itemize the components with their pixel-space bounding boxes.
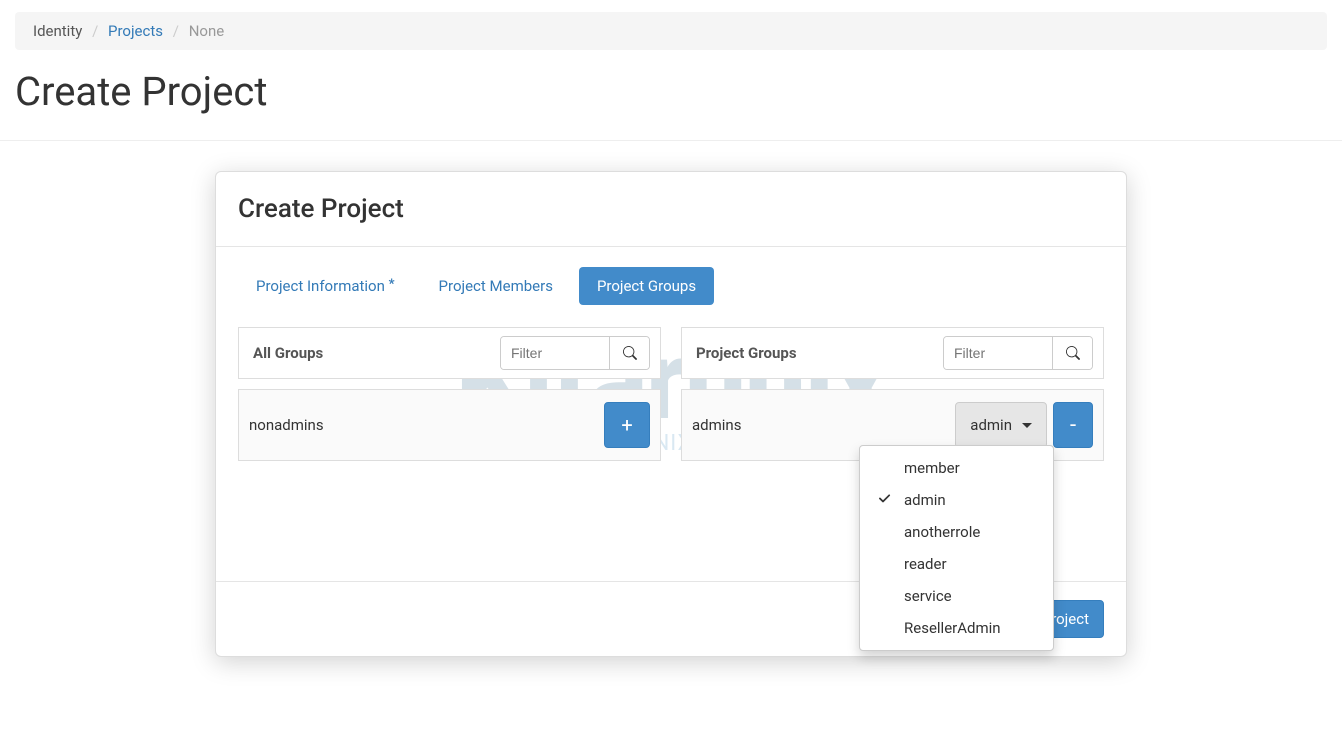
- project-groups-filter-input[interactable]: [944, 337, 1052, 369]
- all-groups-search-button[interactable]: [609, 337, 649, 369]
- role-option-admin[interactable]: admin: [860, 484, 1053, 516]
- required-asterisk-icon: *: [389, 277, 395, 292]
- tab-label: Project Information: [256, 277, 385, 295]
- search-icon: [1066, 346, 1080, 360]
- role-dropdown-label: admin: [970, 416, 1012, 434]
- tab-project-information[interactable]: Project Information *: [238, 267, 413, 305]
- role-dropdown-menu: member admin anotherrole reader service …: [859, 445, 1054, 651]
- all-groups-panel: All Groups nonadmins +: [238, 327, 661, 461]
- role-option-reselleradmin[interactable]: ResellerAdmin: [860, 612, 1053, 644]
- all-groups-list: nonadmins +: [238, 389, 661, 461]
- all-groups-filter-input[interactable]: [501, 337, 609, 369]
- page-title: Create Project: [0, 50, 1342, 141]
- group-name: admins: [692, 416, 741, 434]
- role-option-reader[interactable]: reader: [860, 548, 1053, 580]
- role-option-label: admin: [904, 491, 946, 509]
- breadcrumb-projects-link[interactable]: Projects: [108, 22, 163, 40]
- caret-down-icon: [1022, 423, 1032, 428]
- role-option-service[interactable]: service: [860, 580, 1053, 612]
- breadcrumb-sep: /: [92, 22, 98, 40]
- modal-header: Create Project: [216, 172, 1126, 247]
- tabs: Project Information * Project Members Pr…: [238, 267, 1104, 305]
- modal-title: Create Project: [238, 194, 1104, 224]
- remove-group-button[interactable]: -: [1053, 402, 1093, 448]
- role-option-member[interactable]: member: [860, 452, 1053, 484]
- project-groups-panel: Project Groups admins admin: [681, 327, 1104, 461]
- project-groups-search-button[interactable]: [1052, 337, 1092, 369]
- list-item: nonadmins +: [239, 390, 660, 460]
- search-icon: [623, 346, 637, 360]
- add-group-button[interactable]: +: [604, 402, 650, 448]
- all-groups-heading: All Groups: [249, 344, 323, 362]
- groups-panels: All Groups nonadmins +: [238, 327, 1104, 461]
- project-groups-heading: Project Groups: [692, 344, 797, 362]
- role-dropdown-toggle[interactable]: admin: [955, 402, 1047, 448]
- all-groups-header: All Groups: [238, 327, 661, 379]
- create-project-modal: Create Project Kifarunix *NIX TIPS & TUT…: [215, 171, 1127, 657]
- all-groups-filter: [500, 336, 650, 370]
- check-icon: [878, 493, 892, 507]
- breadcrumb-root: Identity: [33, 22, 82, 40]
- modal-body: Kifarunix *NIX TIPS & TUTORIALS Project …: [216, 247, 1126, 581]
- tab-project-members[interactable]: Project Members: [421, 267, 571, 305]
- project-groups-header: Project Groups: [681, 327, 1104, 379]
- group-name: nonadmins: [249, 416, 324, 434]
- tab-project-groups[interactable]: Project Groups: [579, 267, 714, 305]
- breadcrumb: Identity / Projects / None: [15, 12, 1327, 50]
- project-groups-filter: [943, 336, 1093, 370]
- breadcrumb-sep: /: [173, 22, 179, 40]
- role-option-anotherrole[interactable]: anotherrole: [860, 516, 1053, 548]
- breadcrumb-current: None: [189, 22, 225, 40]
